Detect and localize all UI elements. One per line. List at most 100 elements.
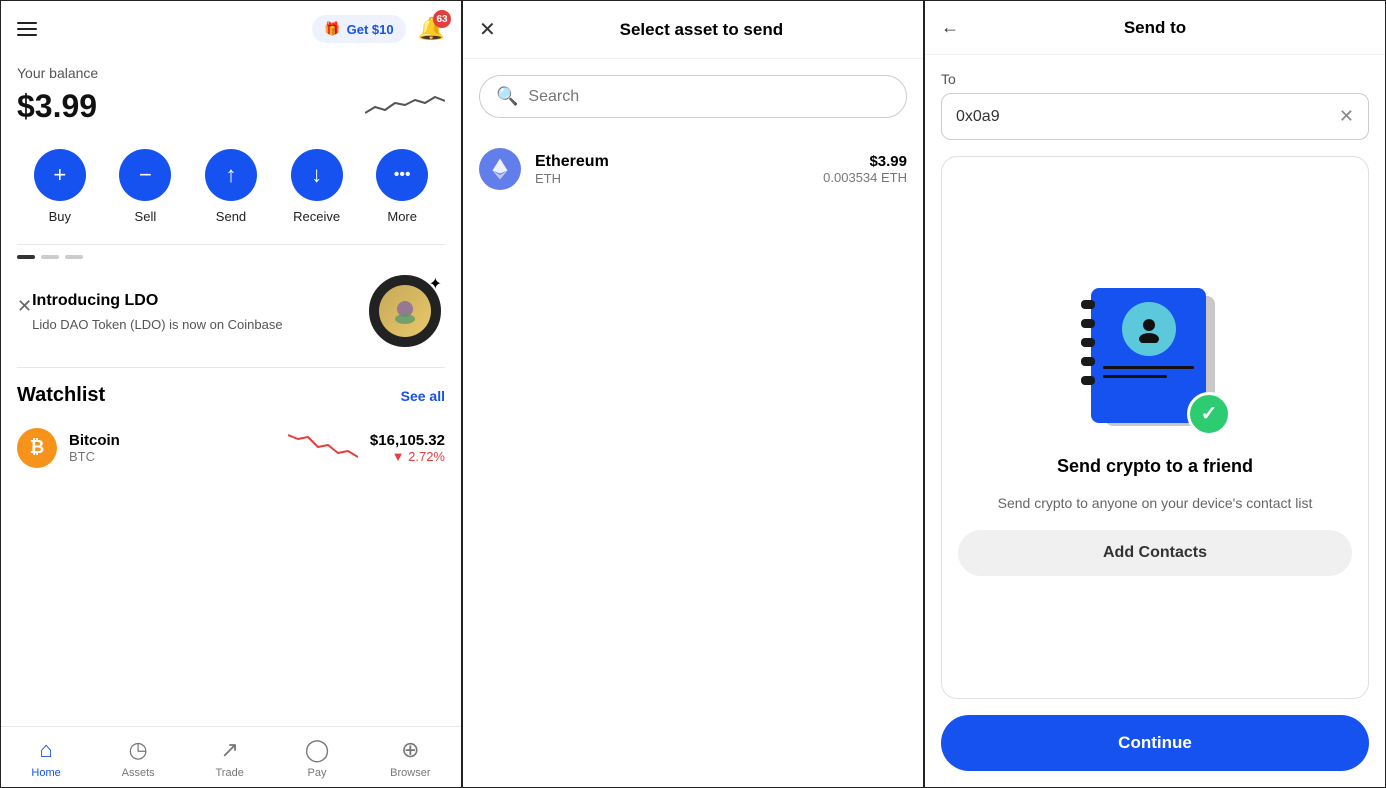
watchlist-item[interactable]: ₿ Bitcoin BTC $16,105.32 ▼ 2.72% bbox=[17, 419, 445, 476]
notebook-body bbox=[1091, 288, 1206, 423]
ring-2 bbox=[1081, 319, 1095, 328]
receive-icon: ↓ bbox=[291, 149, 343, 201]
get-money-button[interactable]: 🎁 Get $10 bbox=[312, 15, 405, 43]
line-1 bbox=[1103, 366, 1194, 369]
buy-label: Buy bbox=[49, 209, 71, 224]
home-scroll: Your balance $3.99 + Buy − Sell ↑ bbox=[1, 57, 461, 726]
send-to-header: ← Send to bbox=[925, 1, 1385, 55]
avatar-person-icon bbox=[1135, 315, 1163, 343]
promo-title: Introducing LDO bbox=[32, 292, 365, 310]
checkmark-icon: ✓ bbox=[1201, 401, 1218, 426]
panel-select-asset: ✕ Select asset to send 🔍 Ethereum ETH $3… bbox=[462, 0, 924, 788]
home-header: 🎁 Get $10 🔔 63 bbox=[1, 1, 461, 57]
to-input-row[interactable]: 0x0a9 ✕ bbox=[941, 93, 1369, 140]
promo-close-button[interactable]: ✕ bbox=[17, 297, 32, 315]
browser-nav-label: Browser bbox=[390, 767, 430, 779]
balance-label: Your balance bbox=[17, 65, 445, 81]
watchlist-info: Bitcoin BTC bbox=[69, 432, 276, 464]
sparkline-chart bbox=[365, 85, 445, 125]
promo-banner: ✕ Introducing LDO Lido DAO Token (LDO) i… bbox=[1, 245, 461, 367]
notification-badge: 63 bbox=[433, 10, 451, 28]
to-label: To bbox=[941, 71, 1369, 87]
asset-price: $16,105.32 ▼ 2.72% bbox=[370, 432, 445, 464]
back-button[interactable]: ← bbox=[941, 17, 959, 38]
nav-trade[interactable]: ↗ Trade bbox=[216, 737, 244, 779]
send-icon: ↑ bbox=[205, 149, 257, 201]
send-action[interactable]: ↑ Send bbox=[205, 149, 257, 224]
balance-amount: $3.99 bbox=[17, 88, 97, 125]
bitcoin-icon: ₿ bbox=[17, 428, 57, 468]
ethereum-icon bbox=[479, 148, 521, 190]
avatar-circle bbox=[1122, 302, 1176, 356]
trade-nav-label: Trade bbox=[216, 767, 244, 779]
buy-icon: + bbox=[34, 149, 86, 201]
balance-section: Your balance $3.99 bbox=[1, 57, 461, 141]
clear-input-button[interactable]: ✕ bbox=[1339, 106, 1354, 127]
search-input[interactable] bbox=[528, 88, 890, 106]
receive-label: Receive bbox=[293, 209, 340, 224]
assets-nav-icon: ◷ bbox=[129, 737, 148, 763]
nav-home[interactable]: ⌂ Home bbox=[31, 737, 60, 779]
dot-2 bbox=[41, 255, 59, 259]
ring-5 bbox=[1081, 376, 1095, 385]
action-buttons: + Buy − Sell ↑ Send ↓ Receive ••• More bbox=[1, 141, 461, 244]
dot-3 bbox=[65, 255, 83, 259]
ethereum-crypto: 0.003534 ETH bbox=[823, 170, 907, 185]
get-money-label: Get $10 bbox=[347, 22, 394, 37]
watchlist-title: Watchlist bbox=[17, 384, 105, 407]
asset-symbol: BTC bbox=[69, 449, 276, 464]
close-button[interactable]: ✕ bbox=[479, 17, 496, 42]
nav-pay[interactable]: ◯ Pay bbox=[305, 737, 330, 779]
ethereum-symbol: ETH bbox=[535, 171, 809, 186]
ethereum-name: Ethereum bbox=[535, 153, 809, 171]
watchlist-section: Watchlist See all ₿ Bitcoin BTC $16,105.… bbox=[1, 368, 461, 492]
assets-nav-label: Assets bbox=[122, 767, 155, 779]
sell-action[interactable]: − Sell bbox=[119, 149, 171, 224]
notebook-lines bbox=[1091, 356, 1206, 378]
more-label: More bbox=[387, 209, 417, 224]
sell-label: Sell bbox=[135, 209, 157, 224]
panel-home: 🎁 Get $10 🔔 63 Your balance $3.99 bbox=[0, 0, 462, 788]
promo-image: ✦ bbox=[365, 271, 445, 351]
nav-browser[interactable]: ⊕ Browser bbox=[390, 737, 430, 779]
ethereum-values: $3.99 0.003534 ETH bbox=[823, 153, 907, 185]
btc-sparkline bbox=[288, 427, 358, 468]
send-to-body: To 0x0a9 ✕ bbox=[925, 55, 1385, 715]
ethereum-asset-item[interactable]: Ethereum ETH $3.99 0.003534 ETH bbox=[463, 134, 923, 204]
promo-text: Introducing LDO Lido DAO Token (LDO) is … bbox=[32, 292, 365, 334]
select-asset-title: Select asset to send bbox=[496, 20, 907, 40]
watchlist-header: Watchlist See all bbox=[17, 384, 445, 407]
balance-row: $3.99 bbox=[17, 85, 445, 125]
ldo-icon: ✦ bbox=[369, 275, 441, 347]
header-right: 🎁 Get $10 🔔 63 bbox=[312, 15, 445, 43]
pay-nav-icon: ◯ bbox=[305, 737, 330, 763]
home-nav-label: Home bbox=[31, 767, 60, 779]
ethereum-info: Ethereum ETH bbox=[535, 153, 809, 186]
select-asset-header: ✕ Select asset to send bbox=[463, 1, 923, 59]
receive-action[interactable]: ↓ Receive bbox=[291, 149, 343, 224]
send-friend-title: Send crypto to a friend bbox=[1057, 456, 1253, 477]
see-all-button[interactable]: See all bbox=[401, 388, 445, 404]
more-action[interactable]: ••• More bbox=[376, 149, 428, 224]
buy-action[interactable]: + Buy bbox=[34, 149, 86, 224]
pay-nav-label: Pay bbox=[308, 767, 327, 779]
price-change: ▼ 2.72% bbox=[370, 449, 445, 464]
more-icon: ••• bbox=[376, 149, 428, 201]
menu-icon[interactable] bbox=[17, 22, 37, 36]
ring-1 bbox=[1081, 300, 1095, 309]
ldo-inner bbox=[379, 285, 431, 337]
continue-button[interactable]: Continue bbox=[941, 715, 1369, 771]
asset-name: Bitcoin bbox=[69, 432, 276, 449]
notification-bell[interactable]: 🔔 63 bbox=[418, 16, 445, 42]
notebook-rings bbox=[1081, 300, 1095, 385]
dot-1 bbox=[17, 255, 35, 259]
nav-assets[interactable]: ◷ Assets bbox=[122, 737, 155, 779]
promo-dots bbox=[17, 255, 83, 259]
send-friend-description: Send crypto to anyone on your device's c… bbox=[998, 493, 1313, 514]
price-value: $16,105.32 bbox=[370, 432, 445, 449]
send-friend-card: ✓ Send crypto to a friend Send crypto to… bbox=[941, 156, 1369, 699]
sell-icon: − bbox=[119, 149, 171, 201]
panel-send-to: ← Send to To 0x0a9 ✕ bbox=[924, 0, 1386, 788]
add-contacts-button[interactable]: Add Contacts bbox=[958, 530, 1352, 576]
search-bar[interactable]: 🔍 bbox=[479, 75, 907, 118]
